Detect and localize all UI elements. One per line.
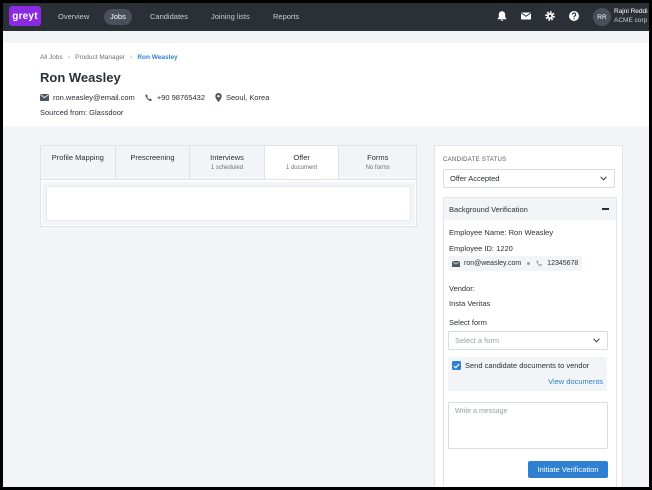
- bv-header[interactable]: Background Verification: [444, 198, 616, 220]
- initiate-verification-button[interactable]: Initiate Verification: [528, 461, 608, 478]
- chevron-down-icon: [600, 176, 607, 181]
- collapse-icon[interactable]: [602, 208, 609, 210]
- bell-icon[interactable]: [496, 10, 508, 22]
- bv-title: Background Verification: [449, 204, 528, 214]
- tab-offer[interactable]: Offer 1 document: [264, 146, 340, 179]
- candidate-tabs-card: Profile Mapping Prescreening Interviews …: [40, 145, 417, 227]
- user-name: Rajni Reddi: [614, 8, 648, 15]
- select-form-label: Select form: [449, 318, 487, 327]
- select-form-placeholder: Select a form: [455, 336, 500, 345]
- message-input[interactable]: Write a message: [448, 402, 608, 449]
- breadcrumb-current: Ron Weasley: [137, 54, 178, 61]
- employee-id: Employee ID: 1220: [449, 244, 513, 253]
- tab-label: Interviews: [210, 153, 244, 162]
- tab-content-panel: [46, 186, 411, 221]
- view-documents-link[interactable]: View documents: [548, 377, 603, 386]
- candidate-header: All Jobs › Product Manager › Ron Weasley…: [3, 43, 649, 126]
- tab-sublabel: 1 document: [285, 165, 318, 171]
- check-icon: [453, 363, 460, 369]
- nav-candidates[interactable]: Candidates: [144, 9, 194, 25]
- tab-label: Profile Mapping: [51, 153, 104, 162]
- user-org: ACME corp: [614, 17, 648, 24]
- vendor-label: Vendor:: [449, 284, 475, 293]
- candidate-contact: ron.weasley@email.com +90 98765432 Seoul…: [40, 93, 279, 102]
- nav-reports[interactable]: Reports: [267, 9, 305, 25]
- background-verification-section: Background Verification Employee Name: R…: [443, 197, 617, 487]
- gear-icon[interactable]: [544, 10, 556, 22]
- mail-icon: [40, 94, 49, 101]
- chevron-down-icon: [593, 338, 600, 343]
- location-pin-icon: [215, 93, 222, 102]
- chevron-right-icon: ›: [67, 54, 71, 61]
- candidate-status-label: CANDIDATE STATUS: [443, 157, 507, 163]
- nav-overview[interactable]: Overview: [52, 9, 95, 25]
- phone-text: +90 98765432: [156, 93, 205, 102]
- contact-email: ron.weasley@email.com: [40, 93, 135, 102]
- tab-sublabel: 1 scheduled: [210, 165, 244, 171]
- mail-icon[interactable]: [520, 10, 532, 22]
- send-documents-label[interactable]: Send candidate documents to vendor: [465, 361, 589, 370]
- status-value: Offer Accepted: [450, 174, 500, 183]
- candidate-status-select[interactable]: Offer Accepted: [443, 169, 615, 188]
- location-text: Seoul, Korea: [226, 93, 270, 102]
- phone-icon: [536, 260, 543, 267]
- send-documents-row: Send candidate documents to vendor View …: [448, 357, 607, 391]
- bv-email: ron@weasley.com: [464, 260, 522, 267]
- app-window: greyt Overview Jobs Candidates Joining l…: [3, 3, 649, 487]
- candidate-status-panel: CANDIDATE STATUS Offer Accepted Backgrou…: [434, 145, 623, 487]
- email-text[interactable]: ron.weasley@email.com: [53, 93, 135, 102]
- user-avatar[interactable]: RR: [593, 8, 611, 26]
- tab-interviews[interactable]: Interviews 1 scheduled: [190, 146, 265, 179]
- breadcrumb-all-jobs[interactable]: All Jobs: [40, 54, 63, 61]
- breadcrumb-product-manager[interactable]: Product Manager: [75, 54, 125, 61]
- top-navbar: greyt Overview Jobs Candidates Joining l…: [3, 3, 649, 31]
- tab-forms[interactable]: Forms No forms: [339, 146, 416, 179]
- employee-name: Employee Name: Ron Weasley: [449, 228, 554, 237]
- nav-jobs[interactable]: Jobs: [104, 9, 132, 25]
- contact-phone: +90 98765432: [145, 93, 205, 102]
- phone-icon: [145, 93, 152, 101]
- sourced-from: Sourced from: Glassdoor: [40, 108, 124, 117]
- select-form-dropdown[interactable]: Select a form: [448, 331, 608, 350]
- bv-phone: 12345678: [547, 260, 579, 267]
- tab-prescreening[interactable]: Prescreening: [116, 146, 191, 179]
- send-documents-checkbox[interactable]: [452, 361, 461, 370]
- contact-location: Seoul, Korea: [215, 93, 269, 102]
- breadcrumb: All Jobs › Product Manager › Ron Weasley: [40, 54, 178, 61]
- bv-contact: ron@weasley.com 12345678: [448, 256, 583, 271]
- separator-dot: [527, 262, 531, 265]
- chevron-right-icon: ›: [129, 54, 133, 61]
- help-icon[interactable]: [568, 10, 580, 22]
- vendor-value: Insta Veritas: [449, 299, 491, 308]
- mail-icon: [452, 260, 460, 267]
- tab-sublabel: No forms: [365, 165, 390, 171]
- tab-label: Forms: [367, 153, 389, 162]
- brand-logo[interactable]: greyt: [9, 6, 41, 26]
- nav-joining-lists[interactable]: Joining lists: [205, 9, 256, 25]
- tab-label: Prescreening: [130, 153, 175, 162]
- tab-label: Offer: [293, 153, 310, 162]
- tab-profile-mapping[interactable]: Profile Mapping: [41, 146, 116, 179]
- tab-bar: Profile Mapping Prescreening Interviews …: [41, 146, 416, 180]
- candidate-name: Ron Weasley: [40, 70, 121, 85]
